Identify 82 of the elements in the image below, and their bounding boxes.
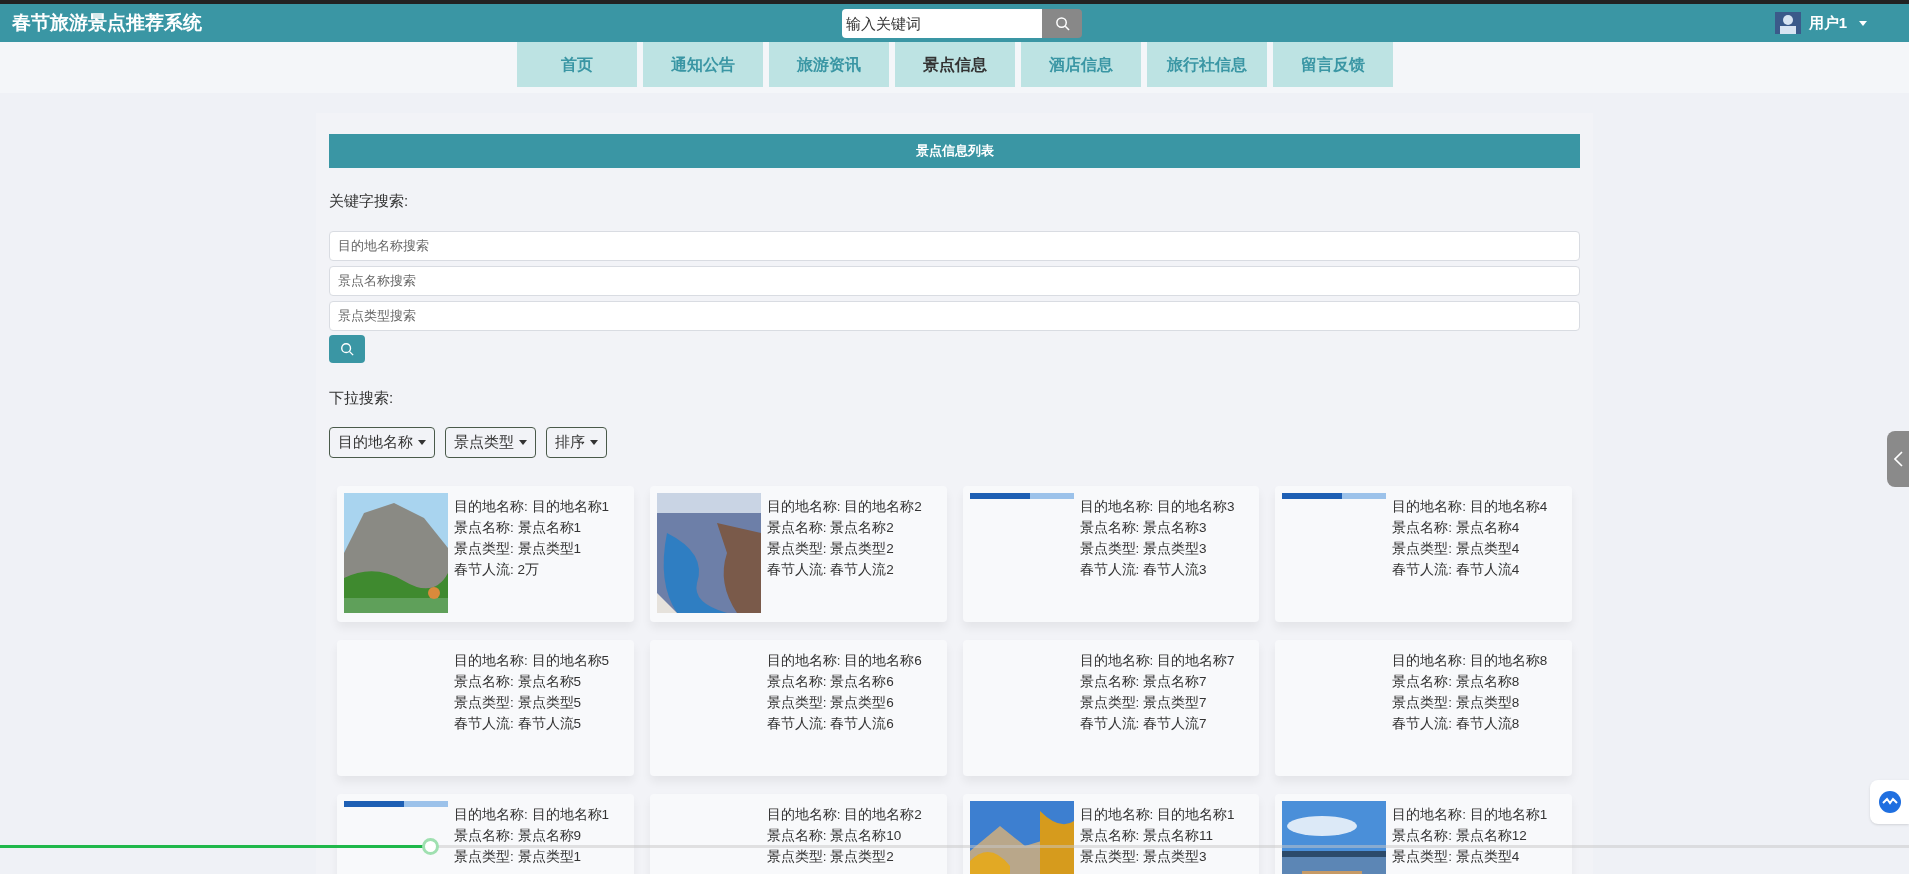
attraction-info: 景点名称: 景点名称4 <box>1392 519 1521 537</box>
attraction-info: 景点名称: 景点名称3 <box>1079 519 1208 537</box>
panel-title: 景点信息列表 <box>329 134 1580 168</box>
attraction-info: 景点类型: 景点类型7 <box>1079 694 1208 712</box>
attraction-info: 春节人流: 春节人流7 <box>1079 715 1208 733</box>
attraction-info: 景点类型: 景点类型1 <box>454 540 582 558</box>
attraction-card[interactable]: 目的地名称: 目的地名称2 景点名称: 景点名称2 景点类型: 景点类型2 春节人流: 春节人流2 <box>649 486 947 622</box>
caret-icon <box>590 440 598 445</box>
attraction-info: 景点类型: 景点类型4 <box>1392 540 1521 558</box>
attraction-card[interactable]: 目的地名称: 目的地名称7 景点名称: 景点名称7 景点类型: 景点类型7 春节人流: 春节人流7 <box>962 640 1260 776</box>
search-button[interactable] <box>329 334 365 363</box>
dropdown-search-label: 下拉搜索: <box>329 387 395 408</box>
attraction-info: 景点名称: 景点名称2 <box>766 519 895 537</box>
attraction-info: 春节人流: 春节人流3 <box>1079 561 1208 579</box>
attraction-info: 景点名称: 景点名称5 <box>454 673 582 691</box>
caret-icon <box>418 440 426 445</box>
attraction-card[interactable]: 目的地名称: 目的地名称2 景点名称: 景点名称10 景点类型: 景点类型2 <box>649 794 947 874</box>
attraction-info: 景点类型: 景点类型2 <box>766 848 895 866</box>
attraction-info: 春节人流: 春节人流4 <box>1392 561 1521 579</box>
nav-tab[interactable]: 景点信息 <box>894 42 1015 87</box>
search-field[interactable]: 景点名称搜索 <box>329 265 1580 296</box>
attraction-card[interactable]: 目的地名称: 目的地名称3 景点名称: 景点名称3 景点类型: 景点类型3 春节人流: 春节人流3 <box>962 486 1260 622</box>
attraction-info: 春节人流: 春节人流6 <box>766 715 895 733</box>
attraction-info: 景点名称: 景点名称10 <box>766 827 903 845</box>
attraction-info: 目的地名称: 目的地名称2 <box>766 498 922 516</box>
attraction-info: 景点名称: 景点名称11 <box>1079 827 1214 845</box>
attraction-info: 目的地名称: 目的地名称1 <box>454 806 609 824</box>
attraction-info: 春节人流: 春节人流8 <box>1392 715 1521 733</box>
attraction-info: 目的地名称: 目的地名称7 <box>1079 652 1235 670</box>
attraction-info: 目的地名称: 目的地名称4 <box>1392 498 1548 516</box>
attraction-info: 景点类型: 景点类型3 <box>1079 540 1208 558</box>
video-progress-track[interactable] <box>0 845 1909 848</box>
dropdown-button[interactable]: 目的地名称 <box>329 427 435 458</box>
attraction-info: 景点类型: 景点类型1 <box>454 848 582 866</box>
attraction-card[interactable]: 目的地名称: 目的地名称4 景点名称: 景点名称4 景点类型: 景点类型4 春节人流: 春节人流4 <box>1275 486 1572 622</box>
attraction-card[interactable]: 目的地名称: 目的地名称1 景点名称: 景点名称12 景点类型: 景点类型4 <box>1275 794 1572 874</box>
search-field[interactable]: 输入关键词 <box>842 8 1042 38</box>
caret-icon <box>519 440 527 445</box>
attraction-info: 景点名称: 景点名称8 <box>1392 673 1521 691</box>
search-icon <box>340 341 354 356</box>
attraction-info: 目的地名称: 目的地名称1 <box>454 498 609 516</box>
attraction-info: 景点类型: 景点类型4 <box>1392 848 1521 866</box>
attraction-card[interactable]: 目的地名称: 目的地名称6 景点名称: 景点名称6 景点类型: 景点类型6 春节人流: 春节人流6 <box>649 640 947 776</box>
attraction-info: 景点类型: 景点类型8 <box>1392 694 1521 712</box>
attraction-info: 景点名称: 景点名称12 <box>1392 827 1528 845</box>
attraction-card[interactable]: 目的地名称: 目的地名称1 景点名称: 景点名称1 景点类型: 景点类型1 春节人流: 2万 <box>337 486 634 622</box>
attraction-info: 景点名称: 景点名称6 <box>766 673 895 691</box>
attraction-info: 景点名称: 景点名称7 <box>1079 673 1208 691</box>
attraction-info: 景点类型: 景点类型2 <box>766 540 895 558</box>
floating-button[interactable] <box>1870 780 1909 824</box>
dropdown-button[interactable]: 排序 <box>546 427 607 458</box>
attraction-card[interactable]: 目的地名称: 目的地名称1 景点名称: 景点名称9 景点类型: 景点类型1 <box>337 794 634 874</box>
attraction-info: 景点类型: 景点类型6 <box>766 694 895 712</box>
attraction-info: 景点名称: 景点名称9 <box>454 827 582 845</box>
caret-icon <box>1859 20 1867 26</box>
attraction-info: 目的地名称: 目的地名称1 <box>1392 806 1548 824</box>
attraction-info: 春节人流: 2万 <box>454 561 540 579</box>
site-title: 春节旅游景点推荐系统 <box>12 10 203 35</box>
attraction-info: 目的地名称: 目的地名称2 <box>766 806 922 824</box>
attraction-card[interactable]: 目的地名称: 目的地名称1 景点名称: 景点名称11 景点类型: 景点类型3 <box>962 794 1260 874</box>
attraction-info: 景点类型: 景点类型3 <box>1079 848 1208 866</box>
attraction-info: 目的地名称: 目的地名称6 <box>766 652 922 670</box>
search-button[interactable] <box>1042 8 1082 38</box>
attraction-info: 景点名称: 景点名称1 <box>454 519 582 537</box>
search-field[interactable]: 目的地名称搜索 <box>329 230 1580 261</box>
attraction-info: 目的地名称: 目的地名称1 <box>1079 806 1235 824</box>
attraction-card[interactable]: 目的地名称: 目的地名称5 景点名称: 景点名称5 景点类型: 景点类型5 春节人流: 春节人流5 <box>337 640 634 776</box>
attraction-info: 景点类型: 景点类型5 <box>454 694 582 712</box>
attraction-info: 目的地名称: 目的地名称3 <box>1079 498 1235 516</box>
collapse-tab[interactable] <box>1887 431 1909 487</box>
keyword-search-label: 关键字搜索: <box>329 191 410 211</box>
attraction-info: 目的地名称: 目的地名称5 <box>454 652 609 670</box>
attraction-card[interactable]: 目的地名称: 目的地名称8 景点名称: 景点名称8 景点类型: 景点类型8 春节人流: 春节人流8 <box>1275 640 1572 776</box>
attraction-info: 春节人流: 春节人流2 <box>766 561 895 579</box>
avatar-icon <box>1774 12 1801 34</box>
search-field[interactable]: 景点类型搜索 <box>329 300 1580 331</box>
chevron-left-icon <box>1893 451 1903 467</box>
attraction-info: 目的地名称: 目的地名称8 <box>1392 652 1548 670</box>
attraction-info: 春节人流: 春节人流5 <box>454 715 582 733</box>
sync-icon <box>1877 790 1902 814</box>
dropdown-button[interactable]: 景点类型 <box>445 427 536 458</box>
search-icon <box>1054 15 1070 31</box>
